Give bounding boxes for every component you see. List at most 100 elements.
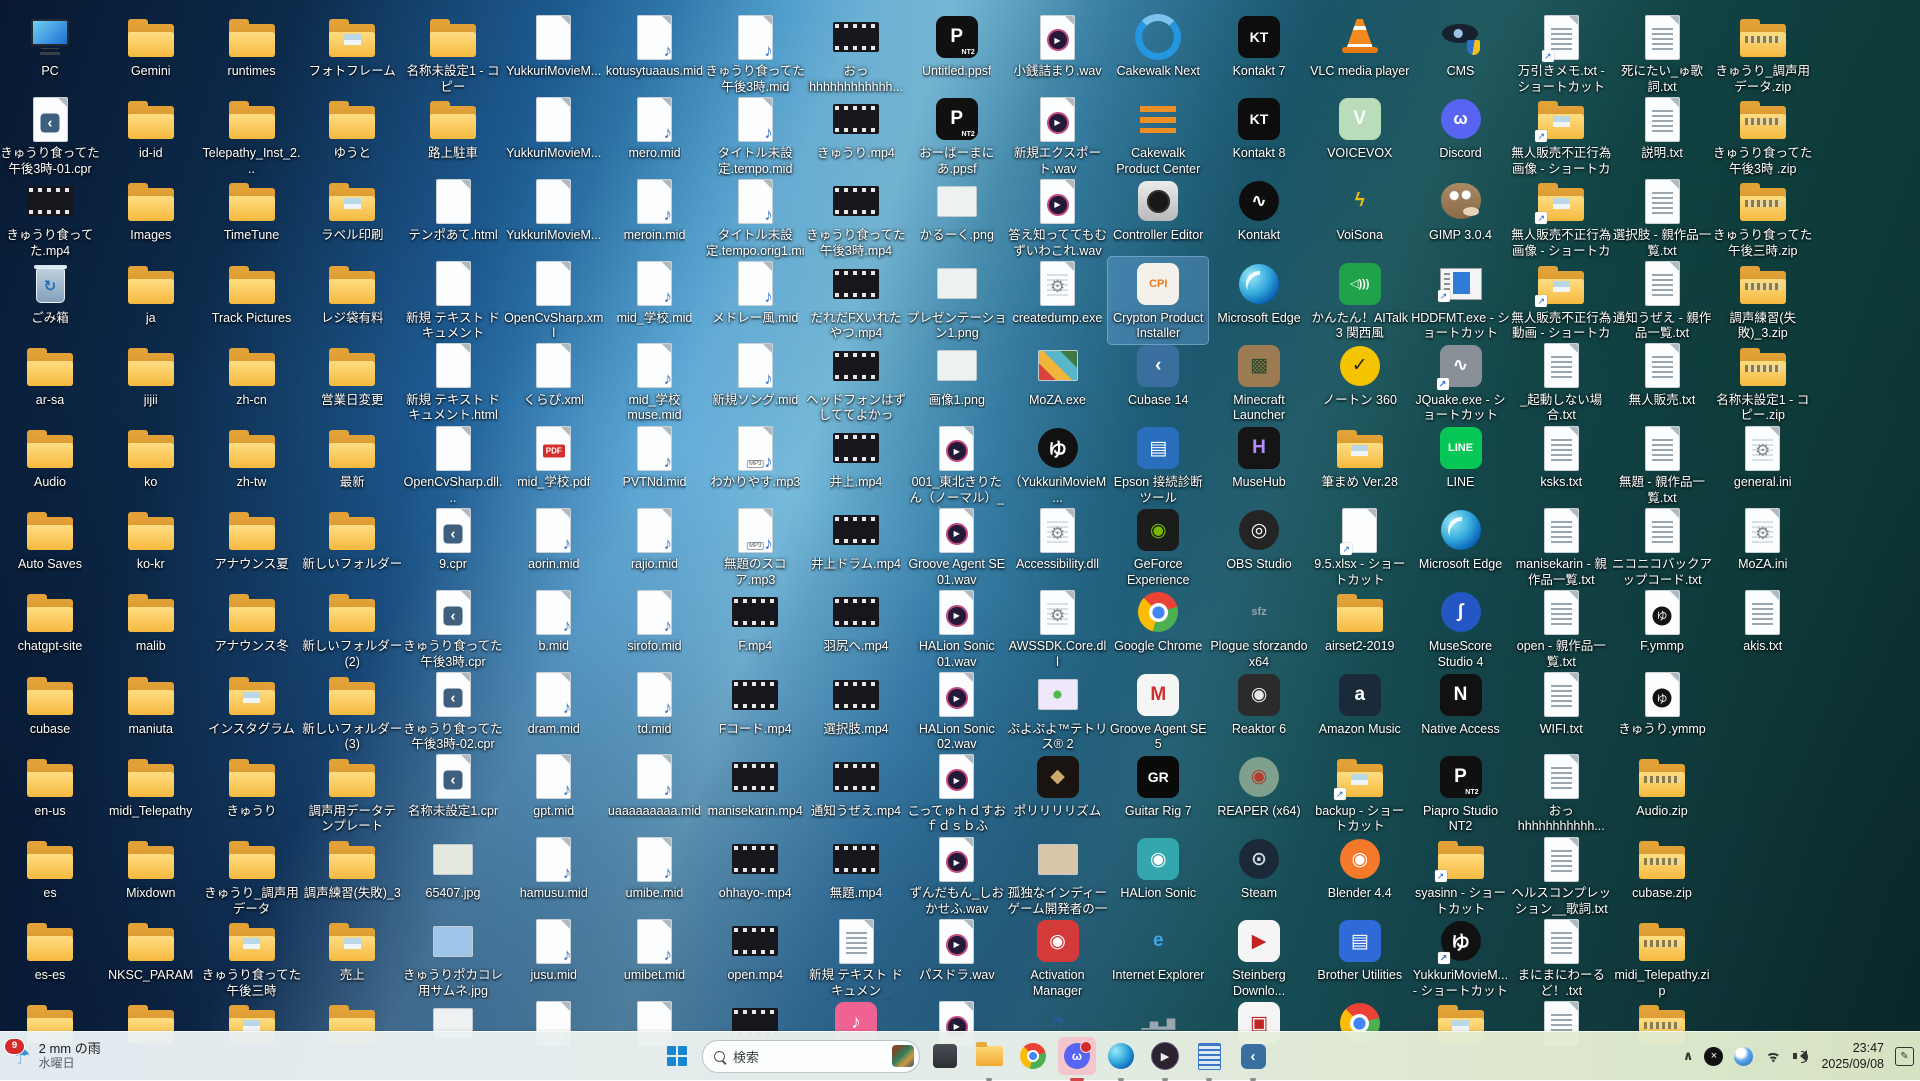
desktop-icon[interactable]: ↗9.5.xlsx - ショートカット	[1310, 503, 1410, 590]
taskbar-notes-app[interactable]	[1190, 1037, 1228, 1075]
desktop-icon[interactable]: 路上駐車	[403, 92, 503, 164]
desktop-icon[interactable]: 65407.jpg	[403, 832, 503, 904]
desktop-icon[interactable]: midi_Telepathy.zip	[1612, 914, 1712, 1001]
desktop-icon[interactable]: ♪mid_学校muse.mid	[605, 339, 705, 426]
wifi-icon[interactable]	[1764, 1050, 1782, 1063]
desktop-icon[interactable]: maniuta	[101, 668, 201, 740]
desktop-icon[interactable]: ♪aorin.mid	[504, 503, 604, 575]
desktop-icon[interactable]: Track Pictures	[202, 257, 302, 329]
desktop-icon[interactable]: ↗無人販売不正行為 画像 - ショートカット	[1511, 174, 1611, 262]
desktop-icon[interactable]: ◁)))かんたん！AITalk 3 関西風	[1310, 257, 1410, 344]
search-box[interactable]: 検索	[702, 1040, 920, 1073]
desktop-icon[interactable]: ▶Groove Agent SE 01.wav	[907, 503, 1007, 590]
desktop-icon[interactable]: Auto Saves	[0, 503, 100, 575]
desktop-icon[interactable]: Microsoft Edge	[1209, 257, 1309, 329]
desktop-icon[interactable]: ksks.txt	[1511, 421, 1611, 493]
desktop-icon[interactable]: sfzPlogue sforzando x64	[1209, 585, 1309, 672]
desktop-icon[interactable]: 名称未設定1 - コピー	[403, 10, 503, 97]
desktop-icon[interactable]: 新しいフォルダー (2)	[302, 585, 402, 672]
desktop-icon[interactable]: ▶001_東北きりたん（ノーマル）_今じゃ...	[907, 421, 1007, 509]
desktop-icon[interactable]: だれだFXいれたやつ.mp4	[806, 257, 906, 344]
desktop-icon[interactable]: aAmazon Music	[1310, 668, 1410, 740]
desktop-icon[interactable]: Cakewalk Next	[1108, 10, 1208, 82]
desktop-icon[interactable]: ◉Blender 4.4	[1310, 832, 1410, 904]
desktop-icon[interactable]: 通知うぜえ - 親作品一覧.txt	[1612, 257, 1712, 344]
desktop-icon[interactable]: ▶HALion Sonic 01.wav	[907, 585, 1007, 672]
desktop-icon[interactable]: ヘッドフォンはずしててよかっt.mp4	[806, 339, 906, 427]
desktop-icon[interactable]: ♪MP3無題のスコア.mp3	[705, 503, 805, 590]
desktop-icon[interactable]: きゅうり食ってた午後三時.zip	[1713, 174, 1813, 261]
desktop-icon[interactable]: ♪dram.mid	[504, 668, 604, 740]
desktop-icon[interactable]: くらぴ.xml	[504, 339, 604, 411]
desktop-icon[interactable]: ラベル印刷	[302, 174, 402, 246]
desktop-icon[interactable]: malib	[101, 585, 201, 657]
desktop-icon[interactable]: ▶ずんだもん_しおかせふ.wav	[907, 832, 1007, 919]
desktop-icon[interactable]: きゅうり食ってた.mp4	[0, 174, 100, 261]
desktop-icon[interactable]: 新しいフォルダー	[302, 503, 402, 575]
desktop-icon[interactable]: ∫MuseScore Studio 4	[1411, 585, 1511, 672]
desktop-icon[interactable]: ↗backup - ショートカット	[1310, 750, 1410, 837]
taskbar-app-window[interactable]	[926, 1037, 964, 1075]
desktop-icon[interactable]: ♪umibe.mid	[605, 832, 705, 904]
desktop-icon[interactable]: ◉HALion Sonic	[1108, 832, 1208, 904]
desktop-icon[interactable]: 名称未設定1 - コピー.zip	[1713, 339, 1813, 426]
desktop-icon[interactable]: ♪sirofo.mid	[605, 585, 705, 657]
desktop-icon[interactable]: _起動しない場合.txt	[1511, 339, 1611, 426]
desktop-icon[interactable]: 死にたい_ゅ歌詞.txt	[1612, 10, 1712, 97]
desktop-icon[interactable]: cubase.zip	[1612, 832, 1712, 904]
desktop-icon[interactable]: おっhhhhhhhhhhhh...	[806, 10, 906, 97]
desktop-icon[interactable]: ▶こってゅｈｄすおｆｄｓｂふぉ.wav	[907, 750, 1007, 838]
desktop-icon[interactable]: Microsoft Edge	[1411, 503, 1511, 575]
desktop-icon[interactable]: MGroove Agent SE 5	[1108, 668, 1208, 755]
desktop-icon[interactable]: ヘルスコンプレッション__歌詞.txt	[1511, 832, 1611, 919]
desktop-icon[interactable]: ●ぷよぷよ™テトリス® 2	[1008, 668, 1108, 755]
desktop-icon[interactable]: 羽尻へ.mp4	[806, 585, 906, 657]
desktop-icon[interactable]: Audio.zip	[1612, 750, 1712, 822]
desktop-icon[interactable]: WIFI.txt	[1511, 668, 1611, 740]
desktop-icon[interactable]: CMS	[1411, 10, 1511, 82]
desktop-icon[interactable]: ▤Brother Utilities	[1310, 914, 1410, 986]
taskbar-discord[interactable]: ω	[1058, 1037, 1096, 1075]
desktop-icon[interactable]: ja	[101, 257, 201, 329]
desktop-icon[interactable]: おっhhhhhhhhhhh...	[1511, 750, 1611, 837]
desktop-icon[interactable]: ↗syasinn - ショートカット	[1411, 832, 1511, 919]
desktop-icon[interactable]: chatgpt-site	[0, 585, 100, 657]
desktop-icon[interactable]: ▩Minecraft Launcher	[1209, 339, 1309, 426]
desktop-icon[interactable]: ♪b.mid	[504, 585, 604, 657]
desktop-icon[interactable]: ♪kotusytuaaus.mid	[605, 10, 705, 82]
desktop-icon[interactable]: インスタグラム	[202, 668, 302, 740]
taskbar-media-player[interactable]: ▶	[1146, 1037, 1184, 1075]
taskbar-file-explorer[interactable]	[970, 1037, 1008, 1075]
desktop-icon[interactable]: ごみ箱	[0, 257, 100, 329]
desktop-icon[interactable]: PNT2Piapro Studio NT2	[1411, 750, 1511, 837]
desktop-icon[interactable]: NNative Access	[1411, 668, 1511, 740]
desktop-icon[interactable]: ∿Kontakt	[1209, 174, 1309, 246]
desktop-icon[interactable]: airset2-2019	[1310, 585, 1410, 657]
desktop-icon[interactable]: 営業日変更	[302, 339, 402, 411]
desktop-icon[interactable]: Telepathy_Inst_2...	[202, 92, 302, 179]
desktop-icon[interactable]: manisekarin.mp4	[705, 750, 805, 822]
desktop-icon[interactable]: ◉REAPER (x64)	[1209, 750, 1309, 822]
desktop-icon[interactable]: きゅうり食ってた午後3時 .zip	[1713, 92, 1813, 179]
desktop-icon[interactable]: 井上ドラム.mp4	[806, 503, 906, 575]
desktop-icon[interactable]: ϟVoiSona	[1310, 174, 1410, 246]
desktop-icon[interactable]: ♪タイトル未設定.tempo.orig1.mid	[705, 174, 805, 262]
desktop-icon[interactable]: LINELINE	[1411, 421, 1511, 493]
desktop-icon[interactable]: ⚙AWSSDK.Core.dll	[1008, 585, 1108, 672]
desktop-icon[interactable]: ♪新規ソング.mid	[705, 339, 805, 411]
desktop-icon[interactable]: 選択肢.mp4	[806, 668, 906, 740]
desktop-icon[interactable]: ♪MP3わかりやす.mp3	[705, 421, 805, 493]
desktop-icon[interactable]: ♪td.mid	[605, 668, 705, 740]
desktop-icon[interactable]: きゅうり_調声用データ.zip	[1713, 10, 1813, 97]
desktop-icon[interactable]: ゆうと	[302, 92, 402, 164]
desktop-icon[interactable]: YukkuriMovieM...	[504, 92, 604, 164]
desktop-icon[interactable]: 選択肢 - 親作品一覧.txt	[1612, 174, 1712, 261]
desktop-icon[interactable]: F.mp4	[705, 585, 805, 657]
desktop-icon[interactable]: ⚙Accessibility.dll	[1008, 503, 1108, 575]
desktop-icon[interactable]: en-us	[0, 750, 100, 822]
desktop-icon[interactable]: 無人販売.txt	[1612, 339, 1712, 411]
desktop-icon[interactable]: ♪hamusu.mid	[504, 832, 604, 904]
desktop-icon[interactable]: 画像1.png	[907, 339, 1007, 411]
desktop-icon[interactable]: ♪rajio.mid	[605, 503, 705, 575]
desktop-icon[interactable]: きゅうり_調声用データ	[202, 832, 302, 919]
